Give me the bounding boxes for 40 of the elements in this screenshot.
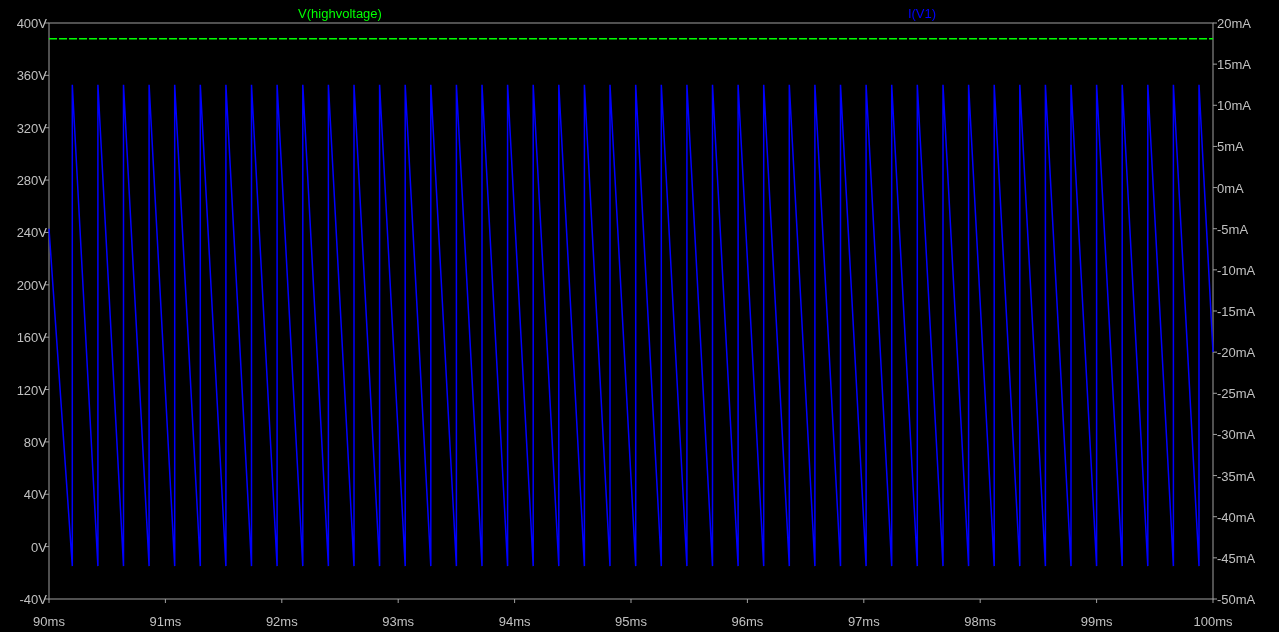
axis-tick-label: 360V — [16, 68, 47, 84]
axis-tick-label: 10mA — [1217, 98, 1251, 114]
axis-tick-label: 320V — [16, 120, 47, 136]
axis-tick-label: 100ms — [1193, 614, 1233, 629]
axis-tick-label: -45mA — [1217, 550, 1256, 566]
axis-tick-label: 120V — [16, 382, 47, 398]
axis-tick-label: 40V — [23, 487, 47, 503]
axis-tick-label: -40mA — [1217, 509, 1256, 525]
axis-tick-label: 97ms — [847, 614, 880, 629]
axis-tick-label: 99ms — [1080, 614, 1113, 629]
axis-tick-label: 20mA — [1217, 16, 1251, 31]
axis-tick-label: 98ms — [964, 614, 997, 629]
axis-tick-label: -50mA — [1217, 592, 1256, 607]
axis-tick-label: 96ms — [731, 614, 764, 629]
axis-tick-label: 200V — [16, 277, 47, 293]
axis-tick-label: 91ms — [149, 614, 182, 629]
axis-tick-label: -25mA — [1217, 386, 1256, 402]
axis-tick-label: 160V — [16, 330, 47, 346]
axis-tick-label: 240V — [16, 225, 47, 241]
axis-tick-label: -30mA — [1217, 427, 1256, 443]
axis-tick-label: -40V — [19, 592, 47, 607]
axis-tick-label: 80V — [23, 434, 47, 450]
axis-tick-label: -20mA — [1217, 345, 1256, 361]
axis-tick-label: 0V — [31, 539, 47, 555]
legend-label: V(highvoltage) — [298, 6, 382, 21]
axis-tick-label: -10mA — [1217, 262, 1256, 278]
axis-tick-label: 280V — [16, 173, 47, 189]
axis-tick-label: 5mA — [1217, 139, 1244, 155]
legend-label: I(V1) — [907, 6, 937, 21]
axis-tick-label: 15mA — [1217, 57, 1251, 73]
axis-tick-label: 92ms — [265, 614, 298, 629]
axis-tick-label: 94ms — [498, 614, 531, 629]
axis-tick-label: -5mA — [1217, 221, 1249, 237]
axis-tick-label: 93ms — [382, 614, 415, 629]
axis-tick-label: -15mA — [1217, 304, 1256, 319]
axis-tick-label: 0mA — [1217, 180, 1244, 196]
axis-tick-label: -35mA — [1217, 468, 1256, 484]
axis-tick-label: 400V — [16, 16, 47, 31]
axis-tick-label: 90ms — [33, 614, 65, 629]
axis-tick-label: 95ms — [615, 614, 647, 629]
